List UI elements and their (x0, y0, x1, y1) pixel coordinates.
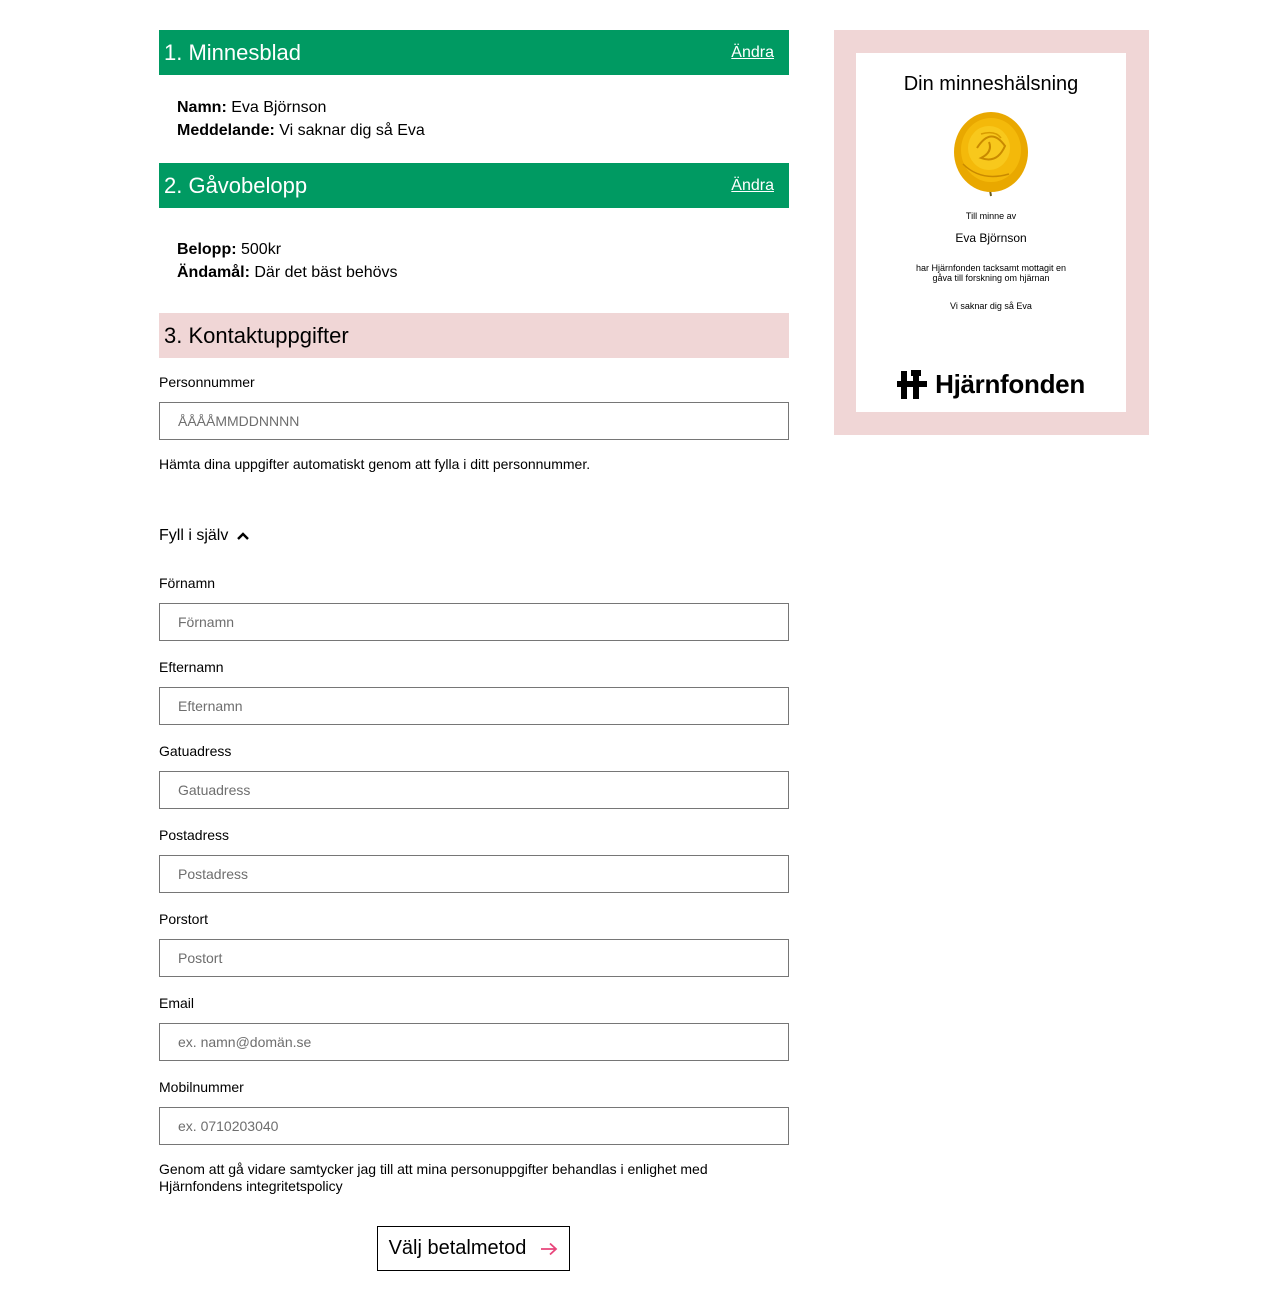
city-input[interactable] (159, 939, 789, 977)
contact-fields: Förnamn Efternamn Gatuadress Postadress … (159, 575, 789, 1145)
form-field: Gatuadress (159, 743, 789, 809)
personnummer-hint: Hämta dina uppgifter automatiskt genom a… (159, 456, 591, 472)
step1-header: 1. Minnesblad Ändra (159, 30, 789, 75)
name-value: Eva Björnson (231, 99, 327, 116)
name-label: Namn: (177, 99, 227, 116)
greeting-message: Vi saknar dig så Eva (950, 301, 1032, 311)
form-field: Porstort (159, 911, 789, 977)
first-name-input[interactable] (159, 603, 789, 641)
fill-manually-label: Fyll i själv (159, 527, 229, 544)
step1-summary: Namn: Eva Björnson Meddelande: Vi saknar… (159, 75, 789, 140)
deceased-name: Eva Björnson (955, 231, 1027, 245)
step1-title: 1. Minnesblad (164, 39, 301, 65)
choose-payment-button[interactable]: Välj betalmetod (377, 1226, 570, 1271)
rose-image (954, 112, 1028, 197)
amount-value: 500kr (241, 241, 282, 258)
city-label: Porstort (159, 911, 209, 927)
greeting-card: Din minneshälsning Till minne av Eva Bjö… (856, 53, 1126, 412)
street-address-input[interactable] (159, 771, 789, 809)
form-field: Förnamn (159, 575, 789, 641)
hjarnfonden-mark-icon (897, 369, 928, 399)
step2-summary: Belopp: 500kr Ändamål: Där det bäst behö… (159, 208, 789, 313)
hjarnfonden-logo: Hjärnfonden (856, 369, 1126, 400)
logo-text: Hjärnfonden (935, 369, 1085, 399)
chevron-up-icon (237, 532, 250, 540)
step2-header: 2. Gåvobelopp Ändra (159, 163, 789, 208)
first-name-label: Förnamn (159, 575, 216, 591)
postal-address-label: Postadress (159, 827, 230, 843)
mobile-label: Mobilnummer (159, 1079, 244, 1095)
purpose-value: Där det bäst behövs (254, 264, 398, 281)
in-memory-label: Till minne av (965, 211, 1017, 221)
personnummer-input[interactable] (159, 402, 789, 440)
greeting-text-line1: har Hjärnfonden tacksamt mottagit en (915, 263, 1067, 273)
choose-payment-label: Välj betalmetod (388, 1237, 527, 1259)
form-field: Mobilnummer (159, 1079, 789, 1145)
greeting-title: Din minneshälsning (903, 73, 1079, 95)
email-input[interactable] (159, 1023, 789, 1061)
personnummer-label: Personnummer (159, 374, 255, 390)
mobile-input[interactable] (159, 1107, 789, 1145)
greeting-text-line2: gåva till forskning om hjärnan (932, 273, 1050, 283)
consent-text: Genom att gå vidare samtycker jag till a… (159, 1161, 708, 1194)
arrow-right-icon (541, 1242, 558, 1255)
message-value: Vi saknar dig så Eva (279, 122, 425, 139)
step1-change-link[interactable]: Ändra (731, 44, 774, 62)
form-field: Email (159, 995, 789, 1061)
amount-label: Belopp: (177, 241, 237, 258)
step2-title: 2. Gåvobelopp (164, 172, 308, 198)
message-label: Meddelande: (177, 122, 275, 139)
fill-manually-toggle[interactable]: Fyll i själv (159, 527, 789, 545)
step2-change-link[interactable]: Ändra (731, 177, 774, 195)
email-label: Email (159, 995, 195, 1011)
form-field: Postadress (159, 827, 789, 893)
checkout-form: 1. Minnesblad Ändra Namn: Eva Björnson M… (159, 30, 789, 1195)
greeting-preview: Din minneshälsning Till minne av Eva Bjö… (834, 30, 1149, 435)
street-address-label: Gatuadress (159, 743, 232, 759)
step3-header: 3. Kontaktuppgifter (159, 313, 789, 358)
last-name-input[interactable] (159, 687, 789, 725)
last-name-label: Efternamn (159, 659, 224, 675)
form-field: Efternamn (159, 659, 789, 725)
postal-address-input[interactable] (159, 855, 789, 893)
step3-title: 3. Kontaktuppgifter (164, 322, 349, 348)
purpose-label: Ändamål: (177, 264, 250, 281)
